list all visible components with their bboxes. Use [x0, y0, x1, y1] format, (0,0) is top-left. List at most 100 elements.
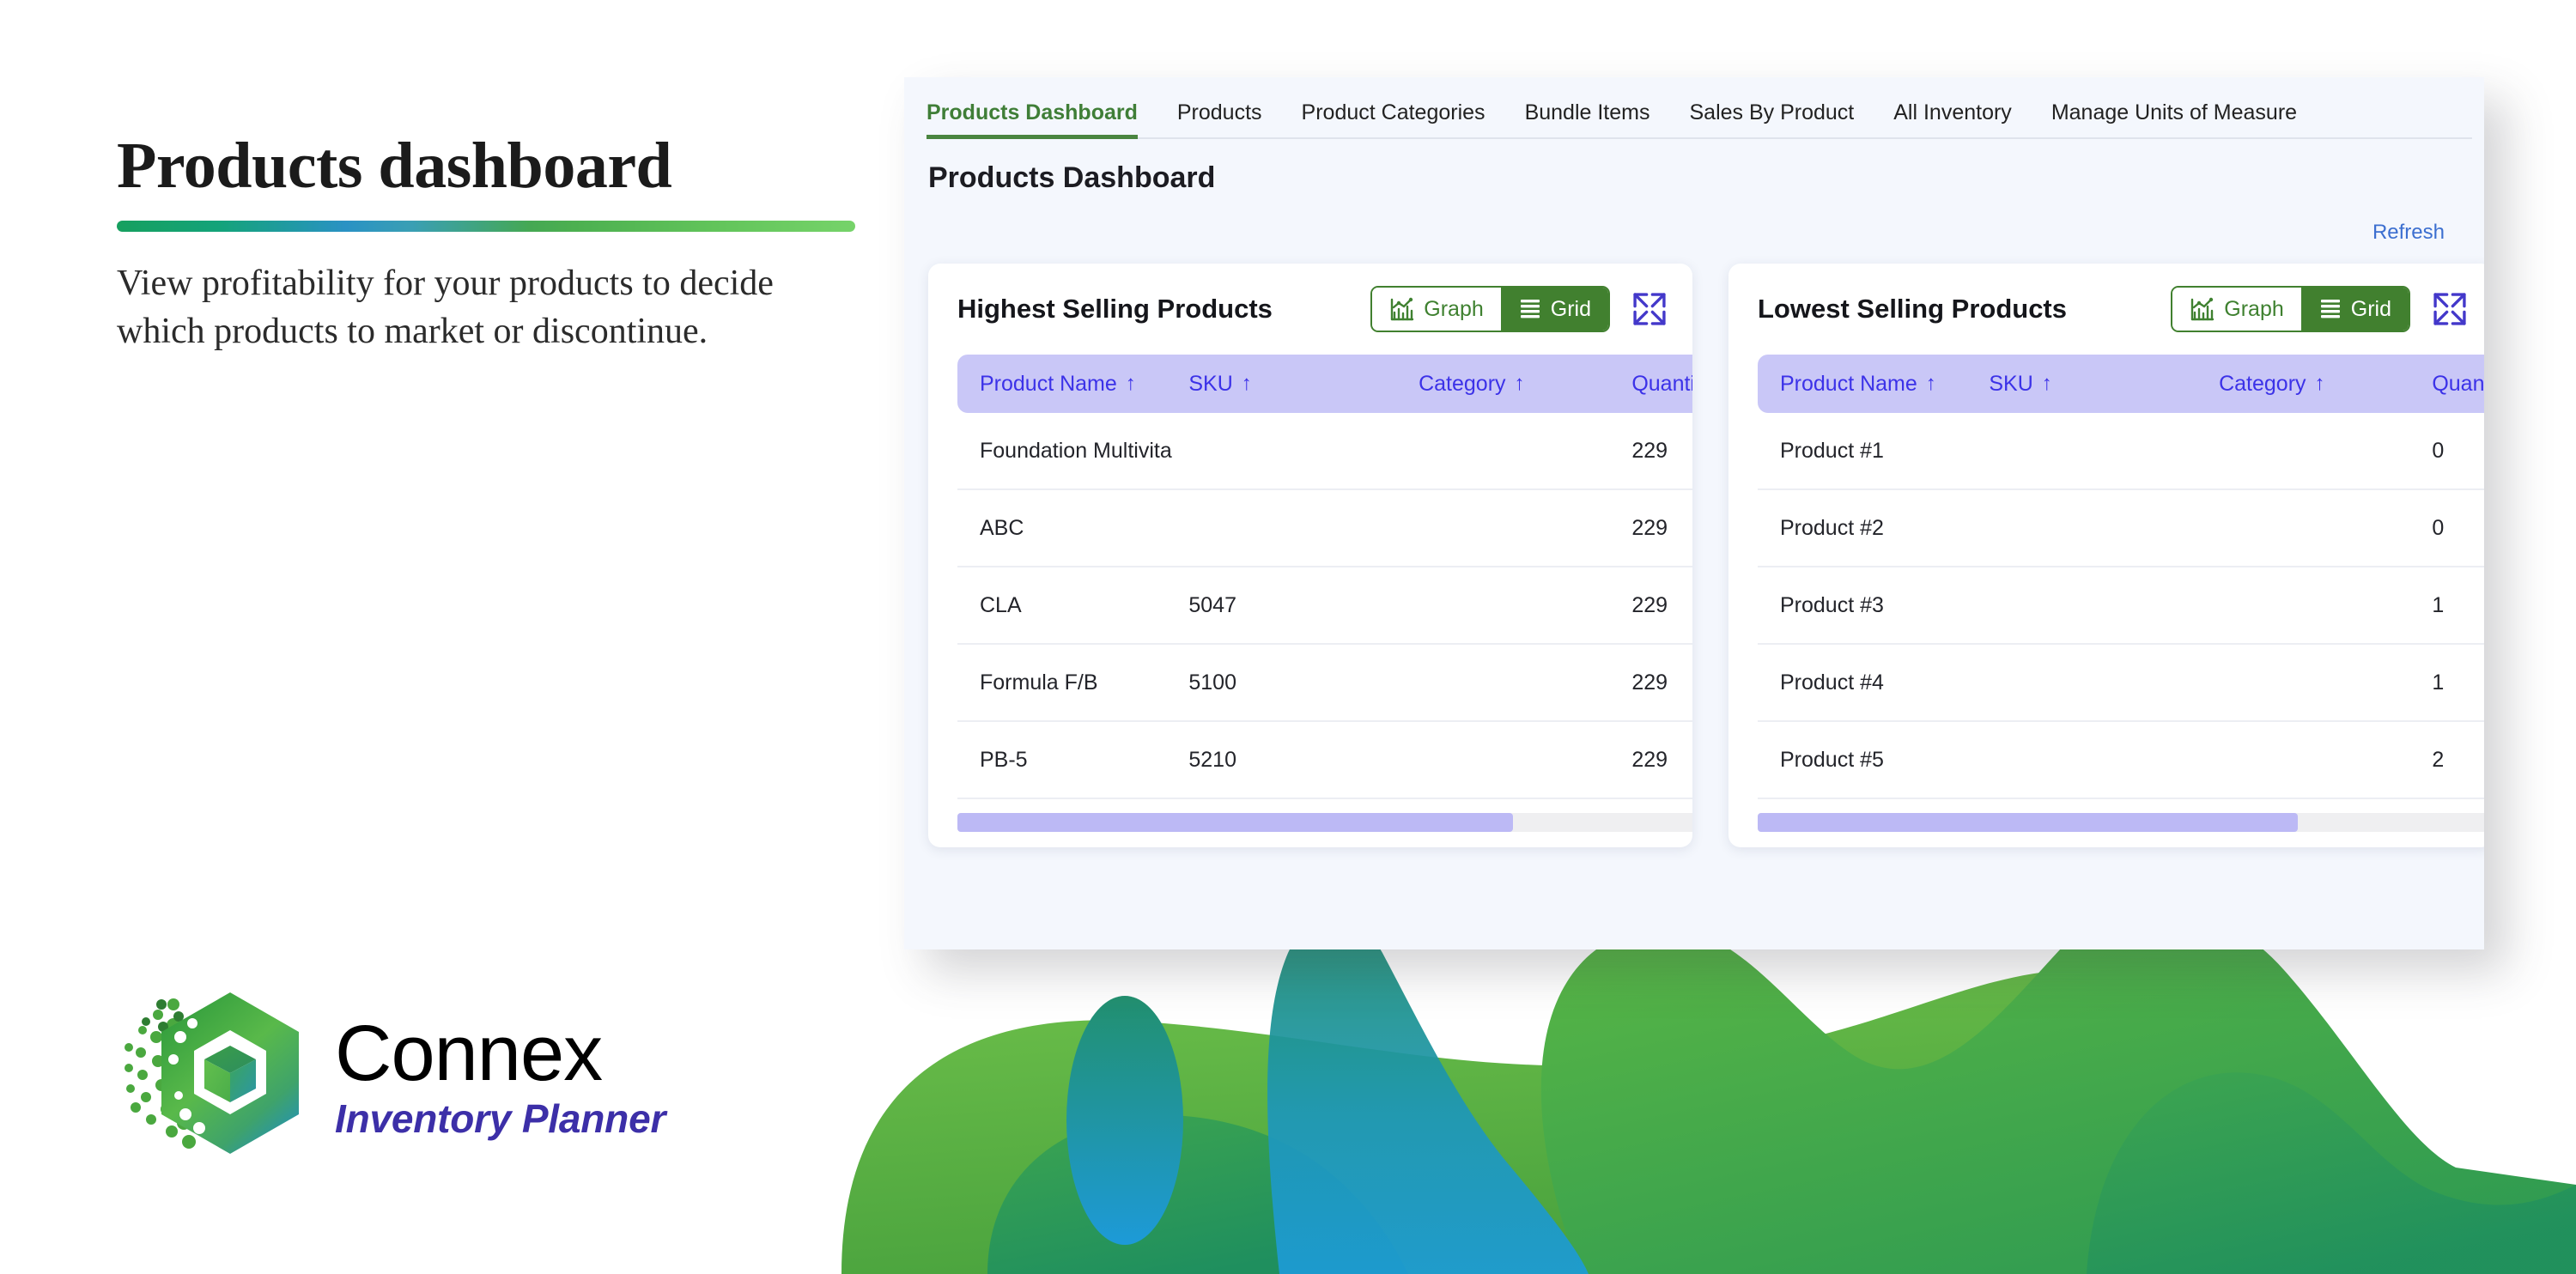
hexagon-cube-logo-icon: [125, 992, 299, 1154]
cell-quantity-sold: 229: [1631, 438, 1668, 463]
table-row[interactable]: CLA 5047 229: [957, 567, 1692, 645]
grid-rows-icon: [1520, 300, 1540, 318]
graph-label: Graph: [2224, 296, 2284, 321]
tab-bundle-items[interactable]: Bundle Items: [1525, 100, 1650, 139]
cell-quantity-sold: 1: [2432, 592, 2445, 617]
table-row[interactable]: Product #2 0: [1758, 490, 2484, 567]
sort-asc-icon: ↑: [1125, 372, 1136, 395]
app-window: Products Dashboard Products Product Cate…: [904, 77, 2484, 949]
table-row[interactable]: Formula F/B 5100 229: [957, 645, 1692, 722]
page-title: Products Dashboard: [928, 161, 1216, 194]
tab-manage-units-of-measure[interactable]: Manage Units of Measure: [2051, 100, 2297, 139]
blob-green-far-right: [2087, 1072, 2576, 1274]
table-row[interactable]: Foundation Multivita 229: [957, 413, 1692, 490]
tab-products-dashboard[interactable]: Products Dashboard: [927, 100, 1138, 139]
column-header-quantity-sold[interactable]: Quantity S: [2432, 372, 2484, 397]
tab-sales-by-product[interactable]: Sales By Product: [1689, 100, 1854, 139]
column-header-product-name[interactable]: Product Name ↑: [980, 372, 1188, 397]
column-header-category[interactable]: Category ↑: [1419, 372, 1631, 397]
card-title: Lowest Selling Products: [1758, 294, 2067, 324]
cell-quantity-sold: 229: [1631, 670, 1668, 695]
cell-sku: 5047: [1188, 592, 1236, 617]
cell-quantity-sold: 2: [2432, 747, 2445, 772]
tab-products[interactable]: Products: [1177, 100, 1262, 139]
grid-view-button[interactable]: Grid: [1500, 288, 1608, 331]
grid-rows-icon: [2320, 300, 2340, 318]
cell-product-name: CLA: [980, 592, 1022, 617]
cell-quantity-sold: 229: [1631, 747, 1668, 772]
tab-all-inventory[interactable]: All Inventory: [1893, 100, 2012, 139]
card-header: Lowest Selling Products Graph Grid: [1728, 282, 2484, 336]
table-header-row: Product Name ↑ SKU ↑ Category ↑ Quantity…: [1758, 355, 2484, 413]
cell-product-name: Product #1: [1780, 438, 1884, 463]
sort-asc-icon: ↑: [1925, 372, 1936, 395]
blob-teal-blue-tall: [1267, 917, 1589, 1274]
column-header-category[interactable]: Category ↑: [2219, 372, 2432, 397]
blob-green-right: [1540, 905, 2576, 1274]
cell-product-name: Product #4: [1780, 670, 1884, 695]
tab-bar: Products Dashboard Products Product Cate…: [904, 77, 2484, 139]
graph-label: Graph: [1424, 296, 1484, 321]
tab-product-categories[interactable]: Product Categories: [1302, 100, 1485, 139]
graph-view-button[interactable]: Graph: [2172, 288, 2301, 331]
cell-product-name: ABC: [980, 515, 1024, 540]
dashboard-cards: Highest Selling Products Graph Grid Prod…: [904, 245, 2484, 847]
graph-view-button[interactable]: Graph: [1372, 288, 1501, 331]
cell-product-name: Product #5: [1780, 747, 1884, 772]
blob-green-deep: [987, 1115, 1408, 1274]
cell-sku: 5100: [1188, 670, 1236, 695]
horizontal-scrollbar[interactable]: [1758, 813, 2484, 832]
table-row[interactable]: Product #5 2: [1758, 722, 2484, 799]
sort-asc-icon: ↑: [2314, 372, 2325, 395]
sort-asc-icon: ↑: [2041, 372, 2052, 395]
logo-tagline: Inventory Planner: [335, 1095, 666, 1141]
cell-quantity-sold: 229: [1631, 592, 1668, 617]
cell-quantity-sold: 1: [2432, 670, 2445, 695]
card-title: Highest Selling Products: [957, 294, 1273, 324]
cell-quantity-sold: 229: [1631, 515, 1668, 540]
refresh-row: Refresh: [904, 195, 2484, 245]
refresh-link[interactable]: Refresh: [2372, 221, 2445, 245]
expand-arrows-icon[interactable]: [2431, 290, 2469, 328]
gradient-divider: [117, 221, 855, 232]
view-toggle: Graph Grid: [1370, 286, 1610, 332]
page-subheading: View profitability for your products to …: [117, 264, 774, 352]
cell-sku: 5210: [1188, 747, 1236, 772]
scrollbar-thumb[interactable]: [1758, 813, 2299, 832]
horizontal-scrollbar[interactable]: [957, 813, 1692, 832]
table-header-row: Product Name ↑ SKU ↑ Category ↑ Quantity…: [957, 355, 1692, 413]
blob-teal-ellipse: [1066, 996, 1183, 1245]
cell-product-name: Formula F/B: [980, 670, 1098, 695]
grid-label: Grid: [1550, 296, 1591, 321]
grid-view-button[interactable]: Grid: [2300, 288, 2409, 331]
highest-selling-products-card: Highest Selling Products Graph Grid Prod…: [928, 264, 1692, 847]
logo-name: Connex: [335, 1009, 603, 1097]
cell-quantity-sold: 0: [2432, 515, 2445, 540]
products-table: Product Name ↑ SKU ↑ Category ↑ Quantity…: [928, 355, 1692, 799]
column-header-sku[interactable]: SKU ↑: [1989, 372, 2219, 397]
expand-arrows-icon[interactable]: [1631, 290, 1668, 328]
view-toggle: Graph Grid: [2171, 286, 2410, 332]
table-row[interactable]: ABC 229: [957, 490, 1692, 567]
cell-product-name: Foundation Multivita: [980, 438, 1172, 463]
page-heading: Products dashboard: [117, 130, 672, 202]
table-row[interactable]: Product #4 1: [1758, 645, 2484, 722]
column-header-product-name[interactable]: Product Name ↑: [1780, 372, 1989, 397]
cell-product-name: Product #3: [1780, 592, 1884, 617]
sort-asc-icon: ↑: [1241, 372, 1252, 395]
table-row[interactable]: PB-5 5210 229: [957, 722, 1692, 799]
lowest-selling-products-card: Lowest Selling Products Graph Grid Produ…: [1728, 264, 2484, 847]
promo-block: Products dashboard View profitability fo…: [117, 133, 864, 356]
products-table: Product Name ↑ SKU ↑ Category ↑ Quantity…: [1728, 355, 2484, 799]
cell-product-name: Product #2: [1780, 515, 1884, 540]
blob-green-light: [841, 969, 2104, 1274]
cell-product-name: PB-5: [980, 747, 1028, 772]
table-row[interactable]: Product #1 0: [1758, 413, 2484, 490]
grid-label: Grid: [2350, 296, 2391, 321]
table-row[interactable]: Product #3 1: [1758, 567, 2484, 645]
bar-chart-icon: [2191, 297, 2215, 321]
scrollbar-thumb[interactable]: [957, 813, 1513, 832]
column-header-sku[interactable]: SKU ↑: [1188, 372, 1419, 397]
connex-logo: Connex Inventory Planner: [120, 986, 665, 1166]
column-header-quantity-sold[interactable]: Quantity Sold: [1631, 372, 1692, 397]
